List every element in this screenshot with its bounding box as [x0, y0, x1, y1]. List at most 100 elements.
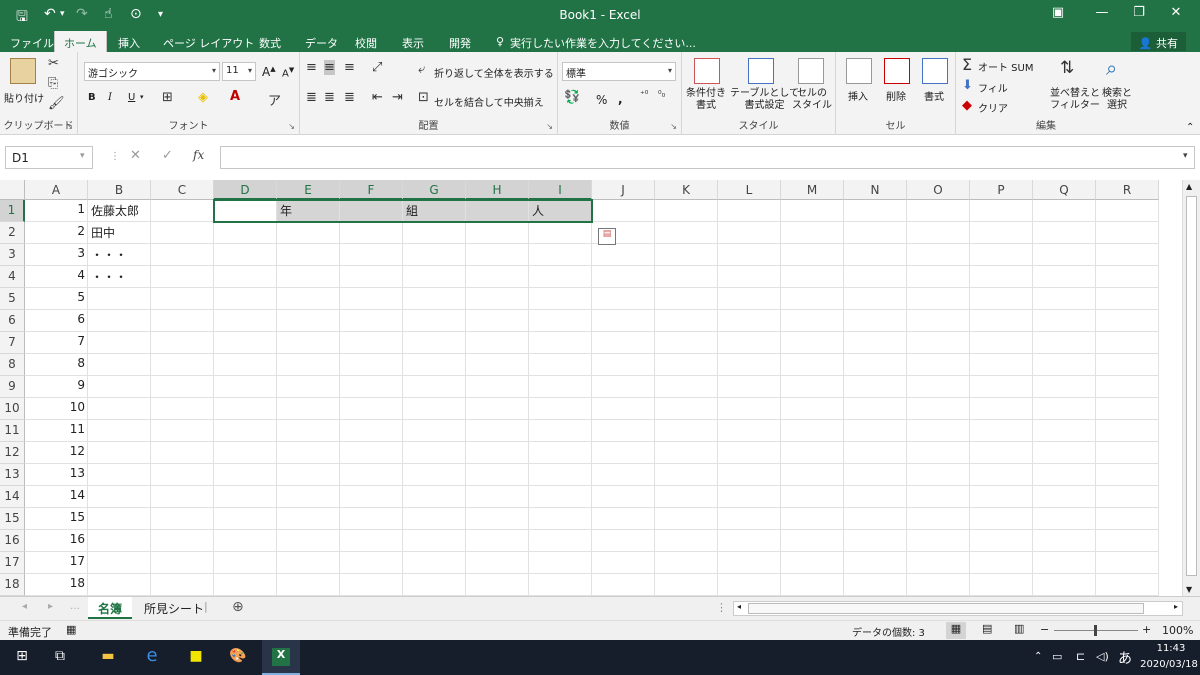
cell-I18[interactable]	[529, 574, 592, 596]
align-center-icon[interactable]: ≣	[324, 90, 335, 105]
cell-K5[interactable]	[655, 288, 718, 310]
cell-O2[interactable]	[907, 222, 970, 244]
cell-G2[interactable]	[403, 222, 466, 244]
paint-icon[interactable]: 🎨	[228, 648, 248, 668]
cell-P4[interactable]	[970, 266, 1033, 288]
align-right-icon[interactable]: ≣	[344, 90, 355, 105]
cell-D3[interactable]	[214, 244, 277, 266]
cell-A12[interactable]: 12	[25, 442, 88, 464]
cell-A14[interactable]: 14	[25, 486, 88, 508]
cell-F3[interactable]	[340, 244, 403, 266]
cell-B12[interactable]	[88, 442, 151, 464]
phonetic-icon[interactable]: ア	[268, 90, 281, 109]
cell-F11[interactable]	[340, 420, 403, 442]
cell-P14[interactable]	[970, 486, 1033, 508]
cell-K18[interactable]	[655, 574, 718, 596]
cell-Q10[interactable]	[1033, 398, 1096, 420]
row-header-9[interactable]: 9	[0, 376, 25, 398]
cell-M18[interactable]	[781, 574, 844, 596]
cell-O8[interactable]	[907, 354, 970, 376]
cell-K15[interactable]	[655, 508, 718, 530]
cell-B9[interactable]	[88, 376, 151, 398]
cell-H13[interactable]	[466, 464, 529, 486]
cell-E7[interactable]	[277, 332, 340, 354]
cell-H5[interactable]	[466, 288, 529, 310]
format-cells-button[interactable]: 書式	[924, 88, 944, 103]
cell-A15[interactable]: 15	[25, 508, 88, 530]
cell-F14[interactable]	[340, 486, 403, 508]
cell-M5[interactable]	[781, 288, 844, 310]
row-header-6[interactable]: 6	[0, 310, 25, 332]
cell-C13[interactable]	[151, 464, 214, 486]
network-icon[interactable]: ⊏	[1076, 650, 1085, 663]
row-header-12[interactable]: 12	[0, 442, 25, 464]
column-header-J[interactable]: J	[592, 180, 655, 200]
select-all-button[interactable]	[0, 180, 25, 200]
cell-E12[interactable]	[277, 442, 340, 464]
cell-G6[interactable]	[403, 310, 466, 332]
cell-H10[interactable]	[466, 398, 529, 420]
cell-A2[interactable]: 2	[25, 222, 88, 244]
horizontal-scrollbar[interactable]: ◂ ▸	[733, 601, 1183, 616]
cell-H17[interactable]	[466, 552, 529, 574]
cell-P1[interactable]	[970, 200, 1033, 222]
cell-P8[interactable]	[970, 354, 1033, 376]
align-bottom-icon[interactable]: ≡	[344, 60, 355, 75]
cell-I3[interactable]	[529, 244, 592, 266]
cell-L4[interactable]	[718, 266, 781, 288]
cell-C11[interactable]	[151, 420, 214, 442]
copy-icon[interactable]: ⎘	[48, 76, 58, 91]
cell-R8[interactable]	[1096, 354, 1159, 376]
cell-O16[interactable]	[907, 530, 970, 552]
cell-G5[interactable]	[403, 288, 466, 310]
cell-H7[interactable]	[466, 332, 529, 354]
border-icon[interactable]: ⊞	[162, 90, 173, 105]
cell-J5[interactable]	[592, 288, 655, 310]
tab-review[interactable]: 校閲	[355, 35, 377, 51]
cell-F5[interactable]	[340, 288, 403, 310]
insert-cells-button[interactable]: 挿入	[848, 88, 868, 103]
align-middle-icon[interactable]: ≡	[324, 60, 335, 75]
cell-L14[interactable]	[718, 486, 781, 508]
cell-E15[interactable]	[277, 508, 340, 530]
cell-A5[interactable]: 5	[25, 288, 88, 310]
cell-N14[interactable]	[844, 486, 907, 508]
row-header-16[interactable]: 16	[0, 530, 25, 552]
cell-O11[interactable]	[907, 420, 970, 442]
insert-function-button[interactable]: fx	[193, 148, 204, 162]
cell-L16[interactable]	[718, 530, 781, 552]
column-header-Q[interactable]: Q	[1033, 180, 1096, 200]
cell-P18[interactable]	[970, 574, 1033, 596]
vertical-scrollbar[interactable]: ▲ ▼	[1182, 180, 1200, 596]
cell-A10[interactable]: 10	[25, 398, 88, 420]
cell-O1[interactable]	[907, 200, 970, 222]
column-header-K[interactable]: K	[655, 180, 718, 200]
cell-G18[interactable]	[403, 574, 466, 596]
find-select-button[interactable]: 検索と 選択	[1102, 88, 1132, 112]
wrap-text-icon[interactable]: ⤶	[418, 62, 425, 77]
cell-N17[interactable]	[844, 552, 907, 574]
column-header-G[interactable]: G	[403, 180, 466, 200]
cell-R7[interactable]	[1096, 332, 1159, 354]
paste-icon[interactable]	[10, 58, 36, 84]
cell-G17[interactable]	[403, 552, 466, 574]
font-color-icon[interactable]: A	[230, 89, 240, 104]
tell-me-input[interactable]: 実行したい作業を入力してください...	[510, 35, 696, 51]
cell-Q14[interactable]	[1033, 486, 1096, 508]
cell-Q16[interactable]	[1033, 530, 1096, 552]
cell-F13[interactable]	[340, 464, 403, 486]
cell-F10[interactable]	[340, 398, 403, 420]
zoom-in-icon[interactable]: +	[1142, 623, 1151, 636]
cell-C6[interactable]	[151, 310, 214, 332]
merge-center-icon[interactable]: ⊡	[418, 90, 429, 105]
clear-button[interactable]: クリア	[978, 100, 1008, 115]
cell-G3[interactable]	[403, 244, 466, 266]
cell-M10[interactable]	[781, 398, 844, 420]
cell-P12[interactable]	[970, 442, 1033, 464]
cell-K2[interactable]	[655, 222, 718, 244]
cell-J16[interactable]	[592, 530, 655, 552]
cell-C18[interactable]	[151, 574, 214, 596]
column-header-M[interactable]: M	[781, 180, 844, 200]
cell-K16[interactable]	[655, 530, 718, 552]
file-explorer-icon[interactable]: ▬	[98, 648, 118, 668]
